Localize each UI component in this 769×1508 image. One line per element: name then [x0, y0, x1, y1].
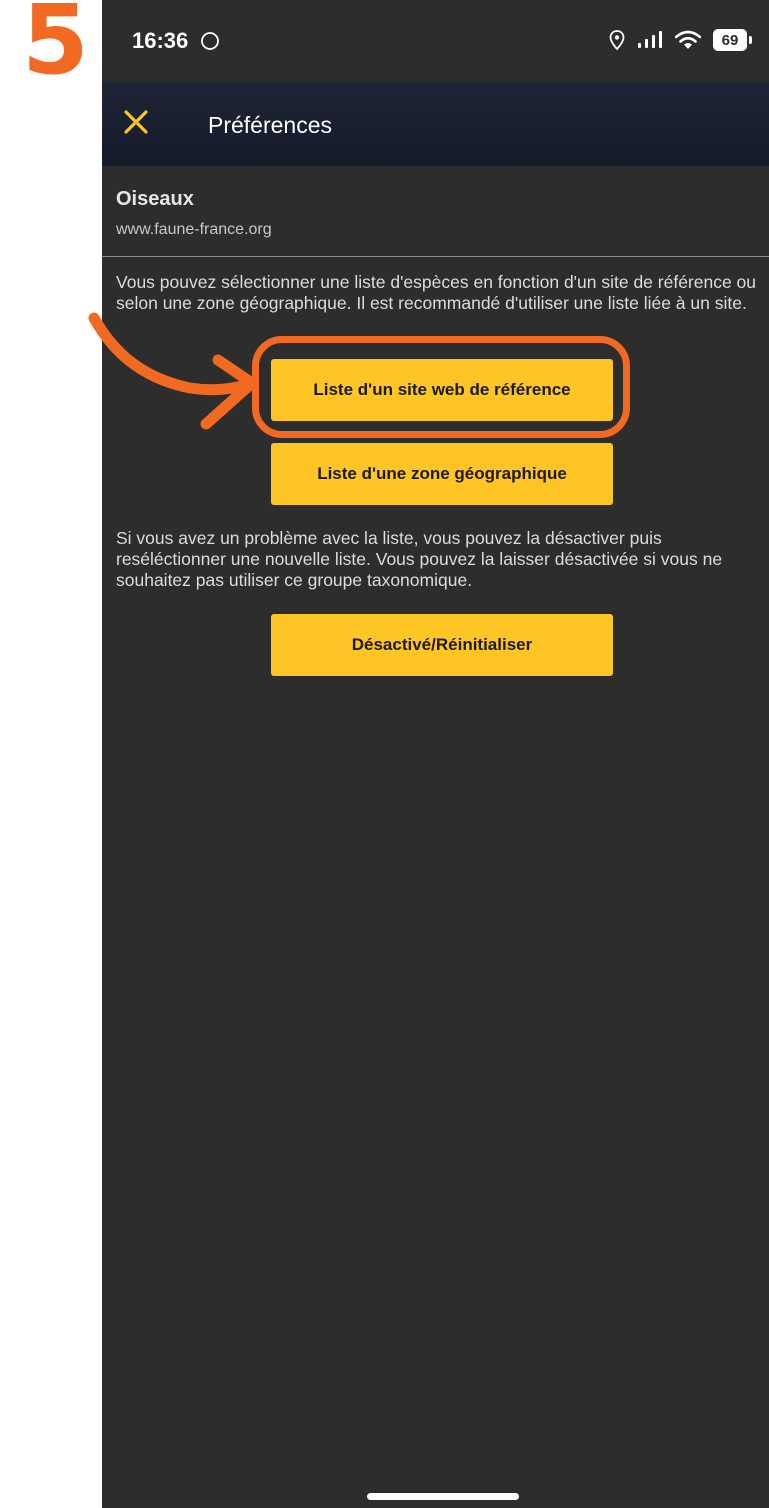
location-icon: [609, 30, 625, 50]
phone-screen: 16:36 69 Préférences Oiseaux www.faune-f…: [102, 0, 769, 1508]
reset-text: Si vous avez un problème avec la liste, …: [116, 528, 723, 590]
signal-icon: [638, 31, 662, 48]
status-time: 16:36: [132, 28, 189, 53]
close-icon: [124, 110, 148, 134]
loading-spinner-icon: [201, 32, 219, 50]
step-number: 5: [22, 0, 89, 96]
page-title: Préférences: [208, 112, 333, 138]
battery-level: 69: [721, 31, 739, 49]
site-list-button[interactable]: Liste d'un site web de référence: [271, 359, 613, 421]
reset-button[interactable]: Désactivé/Réinitialiser: [271, 614, 613, 676]
group-name: Oiseaux: [116, 188, 194, 210]
close-button[interactable]: [116, 102, 156, 142]
battery-icon: 69: [713, 29, 752, 51]
app-bar: Préférences: [102, 82, 769, 166]
zone-list-button[interactable]: Liste d'une zone géographique: [271, 443, 613, 505]
group-site: www.faune-france.org: [116, 221, 272, 238]
status-icons: 69: [609, 26, 752, 54]
home-indicator[interactable]: [367, 1493, 519, 1500]
wifi-icon: [675, 30, 701, 49]
group-header: Oiseaux www.faune-france.org: [102, 166, 769, 257]
status-bar: 16:36 69: [102, 0, 769, 82]
intro-text: Vous pouvez sélectionner une liste d'esp…: [116, 272, 757, 313]
